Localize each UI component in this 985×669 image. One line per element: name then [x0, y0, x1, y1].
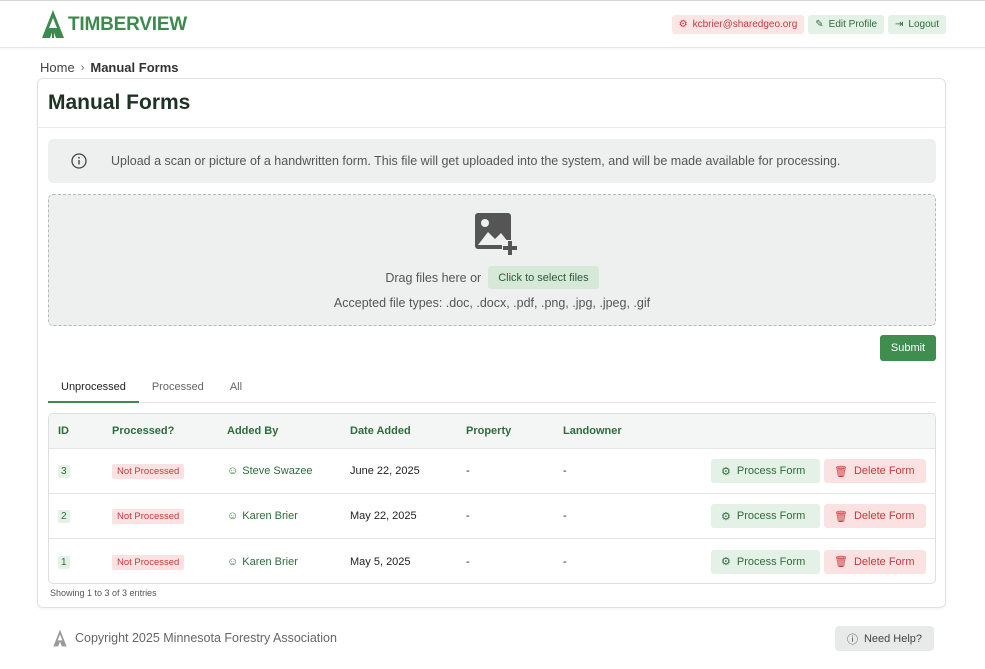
added-by-name: Steve Swazee	[242, 465, 313, 477]
row-actions: ⚙ Process Form 🗑 Delete Form	[711, 504, 926, 528]
breadcrumb-home[interactable]: Home	[40, 60, 75, 75]
user-circle-icon: ☺	[227, 465, 239, 477]
edit-profile-button[interactable]: ✎ Edit Profile	[808, 14, 885, 34]
status-badge: Not Processed	[112, 554, 185, 570]
need-help-button[interactable]: ⓘ Need Help?	[835, 626, 934, 651]
top-header: TIMBERVIEW ⚙ kcbrier@sharedgeo.org ✎ Edi…	[0, 1, 985, 48]
column-processed[interactable]: Processed?	[112, 425, 174, 437]
gear-icon: ⚙	[721, 465, 731, 478]
row-id: 1	[58, 555, 70, 569]
landowner-value: -	[563, 465, 567, 477]
process-form-button[interactable]: ⚙ Process Form	[711, 459, 820, 483]
tab-all[interactable]: All	[217, 375, 255, 403]
user-circle-icon: ☺	[227, 510, 239, 522]
submit-button[interactable]: Submit	[880, 335, 936, 361]
table-entries-info: Showing 1 to 3 of 3 entries	[50, 588, 157, 598]
column-landowner[interactable]: Landowner	[563, 425, 622, 437]
process-form-label: Process Form	[736, 465, 806, 477]
logout-label: Logout	[908, 18, 939, 30]
status-badge: Not Processed	[112, 509, 185, 524]
status-tabs: Unprocessed Processed All	[48, 375, 936, 403]
tab-unprocessed[interactable]: Unprocessed	[48, 375, 139, 403]
property-value: -	[466, 510, 470, 522]
header-actions: ⚙ kcbrier@sharedgeo.org ✎ Edit Profile ⇥…	[671, 14, 946, 34]
drag-text: Drag files here or	[385, 270, 482, 285]
delete-form-label: Delete Form	[853, 555, 915, 568]
table-row: 2 Not Processed ☺ Karen Brier May 22, 202…	[49, 494, 935, 539]
delete-form-button[interactable]: 🗑 Delete Form	[824, 459, 926, 483]
date-added: May 22, 2025	[350, 510, 417, 522]
table-row: 3 Not Processed ☺ Steve Swazee June 22, 2…	[49, 449, 935, 494]
trash-icon: 🗑	[834, 510, 848, 523]
alert-text: Upload a scan or picture of a handwritte…	[111, 154, 841, 168]
process-form-label: Process Form	[736, 555, 806, 568]
column-added-by[interactable]: Added By	[227, 425, 278, 437]
logout-button[interactable]: ⇥ Logout	[888, 14, 946, 34]
trash-icon: 🗑	[834, 465, 848, 478]
row-id: 3	[58, 465, 70, 478]
breadcrumb-current: Manual Forms	[90, 60, 179, 75]
info-alert: Upload a scan or picture of a handwritte…	[48, 139, 936, 183]
added-by-user[interactable]: ☺ Steve Swazee	[227, 465, 313, 477]
landowner-value: -	[563, 510, 567, 522]
delete-form-label: Delete Form	[853, 465, 915, 477]
date-added: June 22, 2025	[350, 465, 420, 477]
edit-profile-label: Edit Profile	[828, 18, 878, 30]
image-add-icon	[475, 213, 518, 256]
breadcrumb: Home › Manual Forms	[40, 60, 178, 75]
added-by-user[interactable]: ☺ Karen Brier	[227, 510, 298, 522]
gear-icon: ⚙	[678, 18, 688, 30]
user-circle-icon: ☺	[227, 555, 239, 568]
user-email: kcbrier@sharedgeo.org	[692, 18, 798, 30]
forms-table: ID Processed? Added By Date Added Proper…	[48, 413, 936, 584]
page-title: Manual Forms	[38, 79, 945, 128]
page-footer: Copyright 2025 Minnesota Forestry Associ…	[52, 629, 337, 647]
column-property[interactable]: Property	[466, 425, 511, 437]
process-form-button[interactable]: ⚙ Process Form	[711, 549, 820, 574]
process-form-label: Process Form	[736, 510, 806, 522]
help-circle-icon: ⓘ	[846, 633, 858, 646]
gear-icon: ⚙	[721, 556, 731, 568]
row-id: 2	[58, 510, 70, 523]
added-by-name: Karen Brier	[242, 510, 298, 522]
chevron-right-icon: ›	[80, 61, 85, 74]
need-help-label: Need Help?	[863, 632, 923, 645]
table-header: ID Processed? Added By Date Added Proper…	[49, 414, 935, 449]
brand-name: TIMBERVIEW	[68, 14, 188, 35]
dropzone-row: Drag files here or Click to select files	[49, 266, 935, 289]
select-files-button[interactable]: Click to select files	[488, 266, 599, 289]
edit-icon: ✎	[815, 18, 824, 30]
delete-form-button[interactable]: 🗑 Delete Form	[824, 549, 926, 574]
copyright-text: Copyright 2025 Minnesota Forestry Associ…	[75, 631, 337, 645]
delete-form-button[interactable]: 🗑 Delete Form	[824, 504, 926, 528]
tab-processed[interactable]: Processed	[139, 375, 217, 403]
column-id[interactable]: ID	[58, 425, 69, 437]
brand-logo[interactable]: TIMBERVIEW	[40, 9, 187, 39]
info-icon	[71, 153, 87, 169]
added-by-name: Karen Brier	[242, 555, 298, 568]
accepted-file-types: Accepted file types: .doc, .docx, .pdf, …	[333, 296, 651, 310]
tree-icon	[42, 10, 64, 38]
gear-icon: ⚙	[721, 510, 731, 523]
property-value: -	[466, 555, 470, 568]
tree-icon	[53, 629, 67, 647]
date-added: May 5, 2025	[350, 555, 411, 568]
user-email-button[interactable]: ⚙ kcbrier@sharedgeo.org	[671, 14, 805, 34]
row-actions: ⚙ Process Form 🗑 Delete Form	[711, 459, 926, 483]
trash-icon: 🗑	[834, 556, 848, 568]
row-actions: ⚙ Process Form 🗑 Delete Form	[711, 549, 926, 574]
manual-forms-card: Manual Forms Upload a scan or picture of…	[37, 78, 946, 608]
delete-form-label: Delete Form	[853, 510, 915, 522]
status-badge: Not Processed	[112, 464, 185, 479]
column-date-added[interactable]: Date Added	[350, 425, 411, 437]
property-value: -	[466, 465, 470, 477]
logout-icon: ⇥	[895, 18, 904, 30]
table-row: 1 Not Processed ☺ Karen Brier May 5, 2025…	[49, 539, 935, 583]
file-dropzone[interactable]: Drag files here or Click to select files…	[48, 194, 936, 326]
added-by-user[interactable]: ☺ Karen Brier	[227, 556, 298, 568]
landowner-value: -	[563, 555, 567, 568]
process-form-button[interactable]: ⚙ Process Form	[711, 504, 820, 528]
